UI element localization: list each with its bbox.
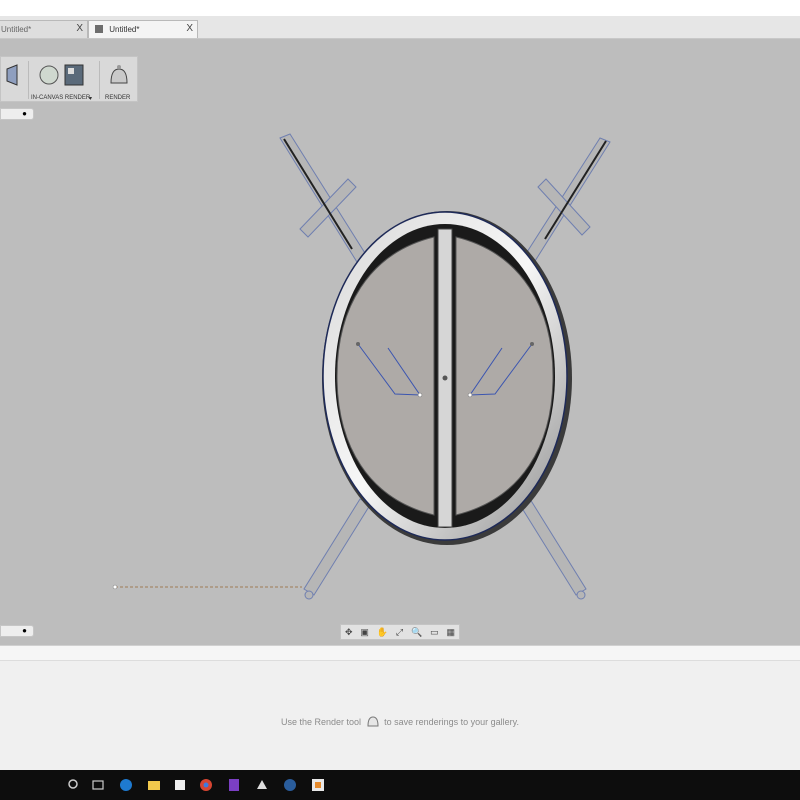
document-icon (95, 25, 103, 33)
close-icon[interactable]: X (76, 23, 83, 34)
tab-label: Untitled* (1, 25, 32, 34)
shield-model-render (112, 133, 611, 600)
task-view-icon[interactable] (90, 777, 106, 793)
gallery-header (0, 646, 800, 661)
gallery-hint-text-after: to save renderings to your gallery. (384, 717, 519, 727)
search-icon[interactable] (66, 777, 82, 793)
tab-untitled-1[interactable]: Untitled* X (0, 20, 88, 38)
fit-icon[interactable]: 🔍 (411, 627, 422, 638)
render-label: RENDER (105, 95, 131, 101)
rendering-gallery: Use the Render tool to save renderings t… (0, 645, 800, 771)
close-icon[interactable]: X (186, 23, 193, 34)
chevron-down-icon[interactable]: ▾ (89, 95, 92, 102)
toggle-dot-icon: ● (22, 626, 27, 635)
render-teapot-icon (367, 716, 379, 727)
inkscape-icon[interactable] (254, 777, 270, 793)
scene-settings-button[interactable] (3, 61, 23, 99)
toggle-dot-icon: ● (22, 109, 27, 118)
edge-icon[interactable] (118, 777, 134, 793)
viewport-canvas[interactable] (0, 39, 800, 645)
display-settings-icon[interactable]: ▭ (430, 627, 439, 638)
zoom-icon[interactable]: ⤢ (396, 627, 403, 638)
visual-studio-icon[interactable] (226, 777, 242, 793)
file-explorer-icon[interactable] (146, 777, 162, 793)
shield (322, 211, 572, 545)
in-canvas-render-button[interactable]: IN-CANVAS RENDER ▾ (31, 61, 95, 102)
render-button[interactable]: RENDER (105, 61, 133, 101)
toolbar-divider (28, 61, 29, 99)
in-canvas-render-label: IN-CANVAS RENDER (31, 95, 91, 101)
gallery-hint: Use the Render tool to save renderings t… (0, 714, 800, 728)
toolbar-divider (99, 61, 100, 99)
top-strip (0, 0, 800, 16)
browser-toggle[interactable]: ● (0, 108, 34, 120)
gallery-hint-text-before: Use the Render tool (281, 717, 362, 727)
render-toolbar: IN-CANVAS RENDER ▾ RENDER (0, 56, 138, 102)
navigation-toolbar: ✥ ▣ ✋ ⤢ 🔍 ▭ ▦ (340, 624, 460, 640)
orbit-icon[interactable]: ✥ (345, 627, 353, 638)
windows-taskbar (0, 770, 800, 800)
teapot-icon (110, 65, 128, 84)
document-tab-bar: Untitled* X Untitled* X (0, 16, 800, 39)
scene-settings-icon (6, 64, 18, 86)
fusion-icon[interactable] (310, 777, 326, 793)
in-canvas-render-icon (39, 64, 84, 86)
pan-icon[interactable]: ✋ (377, 627, 388, 638)
grid-settings-icon[interactable]: ▦ (447, 627, 456, 638)
look-at-icon[interactable]: ▣ (360, 627, 369, 638)
chrome-icon[interactable] (198, 777, 214, 793)
comments-toggle[interactable]: ● (0, 625, 34, 637)
tab-untitled-2[interactable]: Untitled* X (88, 20, 198, 38)
store-icon[interactable] (172, 777, 188, 793)
steam-icon[interactable] (282, 777, 298, 793)
tab-label: Untitled* (109, 25, 140, 34)
